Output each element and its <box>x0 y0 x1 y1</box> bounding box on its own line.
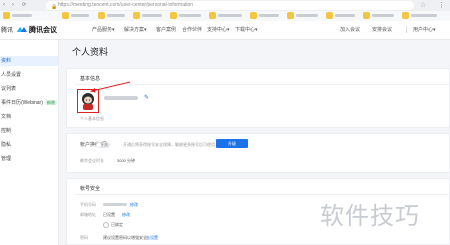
phone-label: 手机号码 <box>80 202 96 207</box>
bookmark-item[interactable] <box>179 14 201 17</box>
sidebar: 资料 人员设置 议列表 事件日历(Webinar) 新增 文档 控制 隐私 管理 <box>0 40 59 245</box>
binding-hint: 开通后将获得账号安全保障，解绑更多账号后可使用 <box>123 142 215 147</box>
avatar-caption: 个人基本信息 <box>80 116 104 121</box>
quota-value: 3000 分钟 <box>117 158 136 163</box>
basic-info-card: 基本信息 ✎ 个人基本信息 <box>66 68 450 128</box>
binding-status[interactable]: 已绑定 <box>103 222 123 228</box>
bookmark-item[interactable] <box>335 14 355 17</box>
sidebar-item-webinar[interactable]: 事件日历(Webinar) 新增 <box>0 98 58 108</box>
nav-products[interactable]: 产品服务▾ <box>92 26 115 33</box>
page-title: 个人资料 <box>72 47 109 57</box>
schedule-meeting-link[interactable]: 安排会议 <box>372 26 392 33</box>
watermark-text: 软件技巧 <box>320 203 420 230</box>
bookmark-item[interactable] <box>372 14 394 17</box>
forward-icon[interactable]: › <box>12 1 14 10</box>
tencent-meeting-logo-icon[interactable] <box>17 26 27 33</box>
bookmark-folder-icon[interactable] <box>62 12 69 19</box>
nickname-blurred <box>104 96 138 100</box>
nav-partners[interactable]: 合作伙伴 <box>182 26 202 33</box>
brand-name[interactable]: 腾讯会议 <box>29 25 57 35</box>
bookmark-item[interactable] <box>12 14 32 17</box>
sidebar-item-profile[interactable]: 资料 <box>0 56 58 66</box>
bookmark-item[interactable] <box>411 14 437 17</box>
radio-icon <box>103 222 109 228</box>
account-binding-card: 帐户换绑? 开关 开通后将获得账号安全保障，解绑更多账号后可使用 升级 剩余会议… <box>66 133 450 173</box>
app-header: 腾讯 腾讯会议 产品服务▾ 解决方案▾ 客户案例 合作伙伴 支持中心▾ 下载中心… <box>0 21 450 40</box>
sidebar-item-control[interactable]: 控制 <box>0 126 58 136</box>
bookmark-folder-icon[interactable] <box>287 12 294 19</box>
new-badge: 新增 <box>44 100 57 106</box>
bookmark-item[interactable] <box>107 14 125 17</box>
lock-icon: 🔒 <box>51 4 58 10</box>
annotation-arrow-icon <box>90 81 131 93</box>
sidebar-item-settings[interactable]: 人员设置 <box>0 70 58 80</box>
bookmark-item[interactable] <box>296 14 318 17</box>
password-hint: 建议设置密码以增强安全 <box>103 235 147 240</box>
sidebar-item-docs[interactable]: 文档 <box>0 112 58 122</box>
bookmark-folder-icon[interactable] <box>98 12 105 19</box>
sidebar-item-meetings[interactable]: 议列表 <box>0 84 58 94</box>
bookmark-folder-icon[interactable] <box>326 12 333 19</box>
bookmark-folder-icon[interactable] <box>250 12 257 19</box>
bookmark-star-icon[interactable]: ☆ <box>420 0 426 11</box>
header-divider <box>406 26 407 33</box>
bookmark-folder-icon[interactable] <box>133 12 140 19</box>
brand-prefix: 腾讯 <box>1 28 14 34</box>
nav-cases[interactable]: 客户案例 <box>156 26 176 33</box>
bookmark-item[interactable] <box>71 14 89 17</box>
url-text: https://meeting.tencent.com/user-center/… <box>58 2 194 8</box>
user-center-menu[interactable]: 用户中心▾ <box>413 26 436 33</box>
bookmark-folder-icon[interactable] <box>170 12 177 19</box>
bookmark-folder-icon[interactable] <box>363 12 370 19</box>
email-label: 邮箱地址 <box>80 212 96 217</box>
password-set-link[interactable]: 去设置 <box>146 235 158 241</box>
browser-menu-icon[interactable]: ⋮ <box>438 0 445 11</box>
join-meeting-link[interactable]: 加入会议 <box>340 26 360 33</box>
phone-blurred <box>103 203 127 206</box>
sidebar-item-privacy[interactable]: 隐私 <box>0 140 58 150</box>
bookmark-folder-icon[interactable] <box>402 12 409 19</box>
phone-edit-link[interactable]: 修改 <box>130 202 138 208</box>
bookmark-folder-icon[interactable] <box>209 12 216 19</box>
back-icon[interactable]: ‹ <box>3 1 5 10</box>
nav-solutions[interactable]: 解决方案▾ <box>124 26 147 33</box>
address-bar[interactable]: 🔒 https://meeting.tencent.com/user-cente… <box>46 1 414 10</box>
bookmark-folder-icon[interactable] <box>3 12 10 19</box>
upgrade-button[interactable]: 升级 <box>216 139 248 148</box>
sidebar-item-admin[interactable]: 管理 <box>0 154 58 164</box>
card-divider <box>75 194 449 195</box>
binding-toggle[interactable]: 开关 <box>96 142 110 148</box>
password-label: 密码 <box>80 235 88 240</box>
account-security-title: 帐号安全 <box>80 186 101 192</box>
bookmark-item[interactable] <box>218 14 242 17</box>
edit-nickname-icon[interactable]: ✎ <box>144 94 149 101</box>
nav-download[interactable]: 下载中心▾ <box>235 26 258 33</box>
bookmark-item[interactable] <box>142 14 162 17</box>
reload-icon[interactable]: ⟳ <box>22 1 26 10</box>
nav-support[interactable]: 支持中心▾ <box>207 26 230 33</box>
bookmark-item[interactable] <box>259 14 279 17</box>
email-edit-link[interactable]: 修改 <box>122 212 130 218</box>
email-status: 已设置 <box>103 212 115 217</box>
quota-label: 剩余会议时长 <box>80 158 104 163</box>
